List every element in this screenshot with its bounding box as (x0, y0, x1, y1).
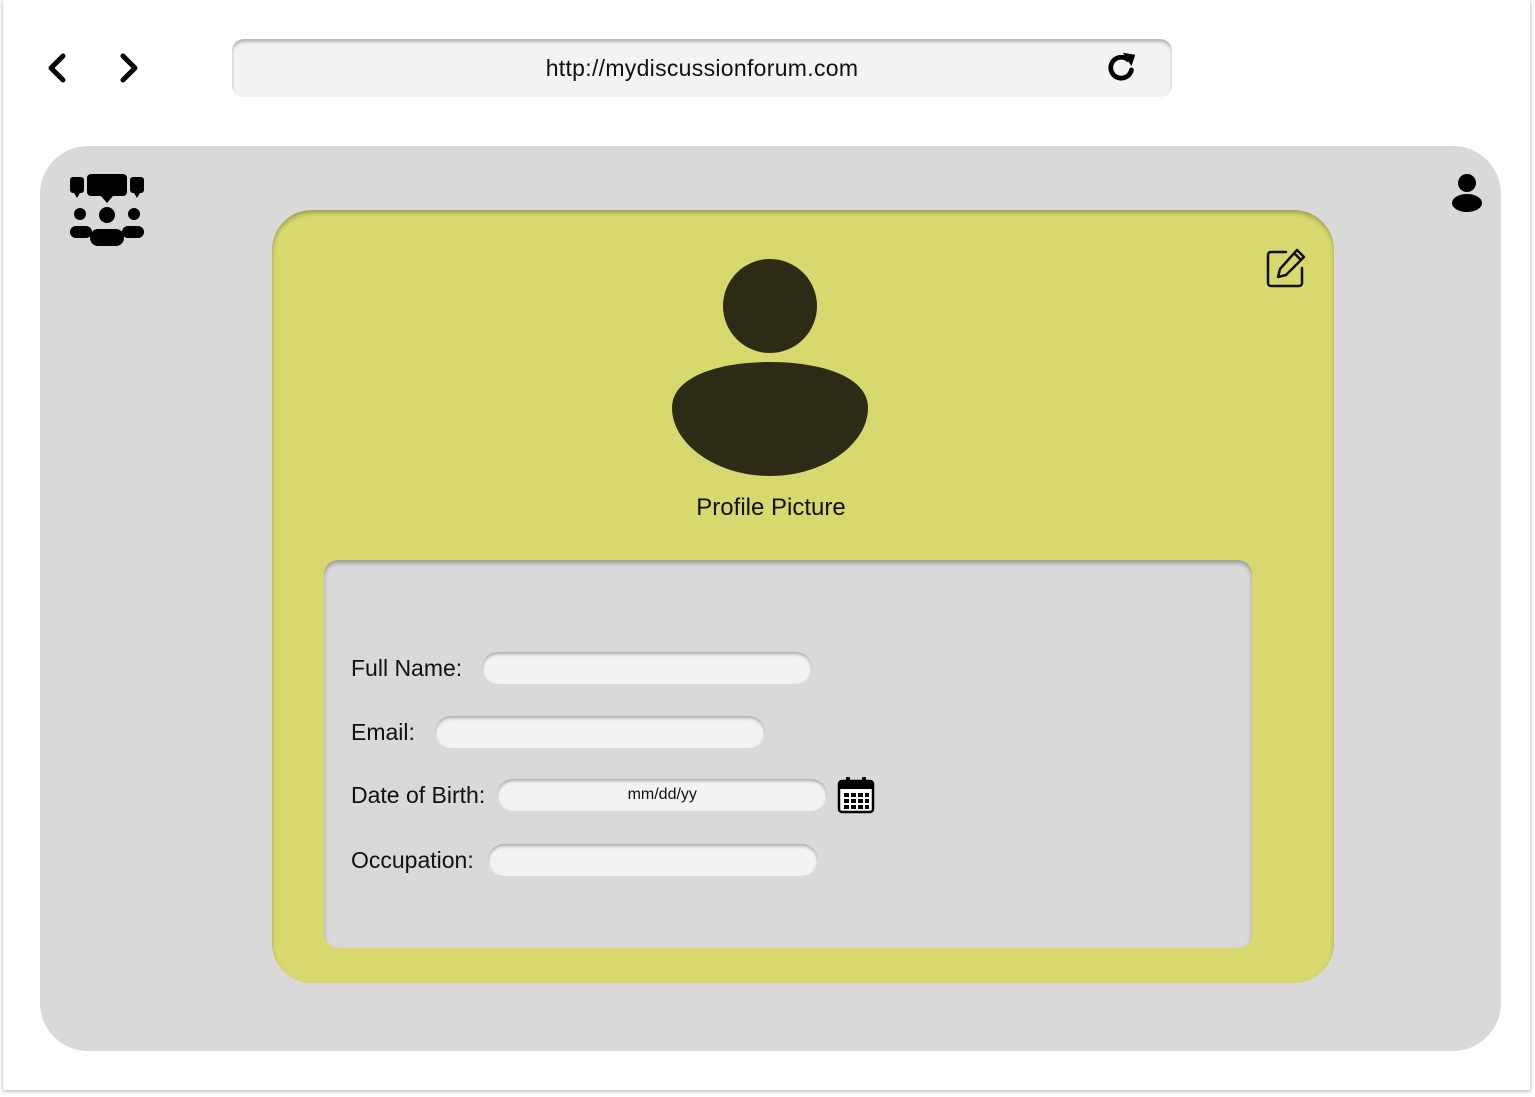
occupation-row: Occupation: (351, 844, 818, 876)
calendar-icon[interactable] (837, 776, 875, 814)
dob-input[interactable] (497, 779, 828, 811)
user-icon (1452, 174, 1482, 212)
occupation-input[interactable] (487, 844, 818, 876)
discussion-group-icon (70, 174, 144, 246)
edit-icon (1266, 248, 1306, 288)
address-bar[interactable]: http://mydiscussionforum.com (232, 39, 1172, 97)
full-name-input[interactable] (482, 652, 813, 684)
forward-button[interactable] (109, 48, 149, 88)
dob-label: Date of Birth: (351, 781, 486, 808)
browser-window: http://mydiscussionforum.com Profile Pic… (3, 0, 1530, 1090)
full-name-row: Full Name: (351, 652, 813, 684)
reload-icon (1108, 52, 1136, 81)
profile-card: Profile Picture Full Name: Email: Date o… (272, 210, 1334, 983)
edit-profile-button[interactable] (1264, 246, 1308, 290)
user-menu-button[interactable] (1447, 172, 1487, 212)
email-input[interactable] (434, 716, 765, 748)
app-container: Profile Picture Full Name: Email: Date o… (40, 146, 1501, 1051)
occupation-label: Occupation: (351, 846, 474, 873)
profile-picture-label: Profile Picture (696, 494, 846, 521)
chevron-right-icon (120, 53, 138, 83)
email-row: Email: (351, 716, 765, 748)
email-label: Email: (351, 718, 415, 745)
back-button[interactable] (37, 48, 77, 88)
chevron-left-icon (48, 53, 66, 83)
avatar-icon[interactable] (670, 258, 870, 480)
full-name-label: Full Name: (351, 654, 463, 681)
profile-form: Full Name: Email: Date of Birth: mm/dd/y… (324, 560, 1252, 948)
reload-button[interactable] (1102, 49, 1140, 87)
url-text[interactable]: http://mydiscussionforum.com (232, 55, 1172, 82)
dob-row: Date of Birth: (351, 776, 875, 814)
